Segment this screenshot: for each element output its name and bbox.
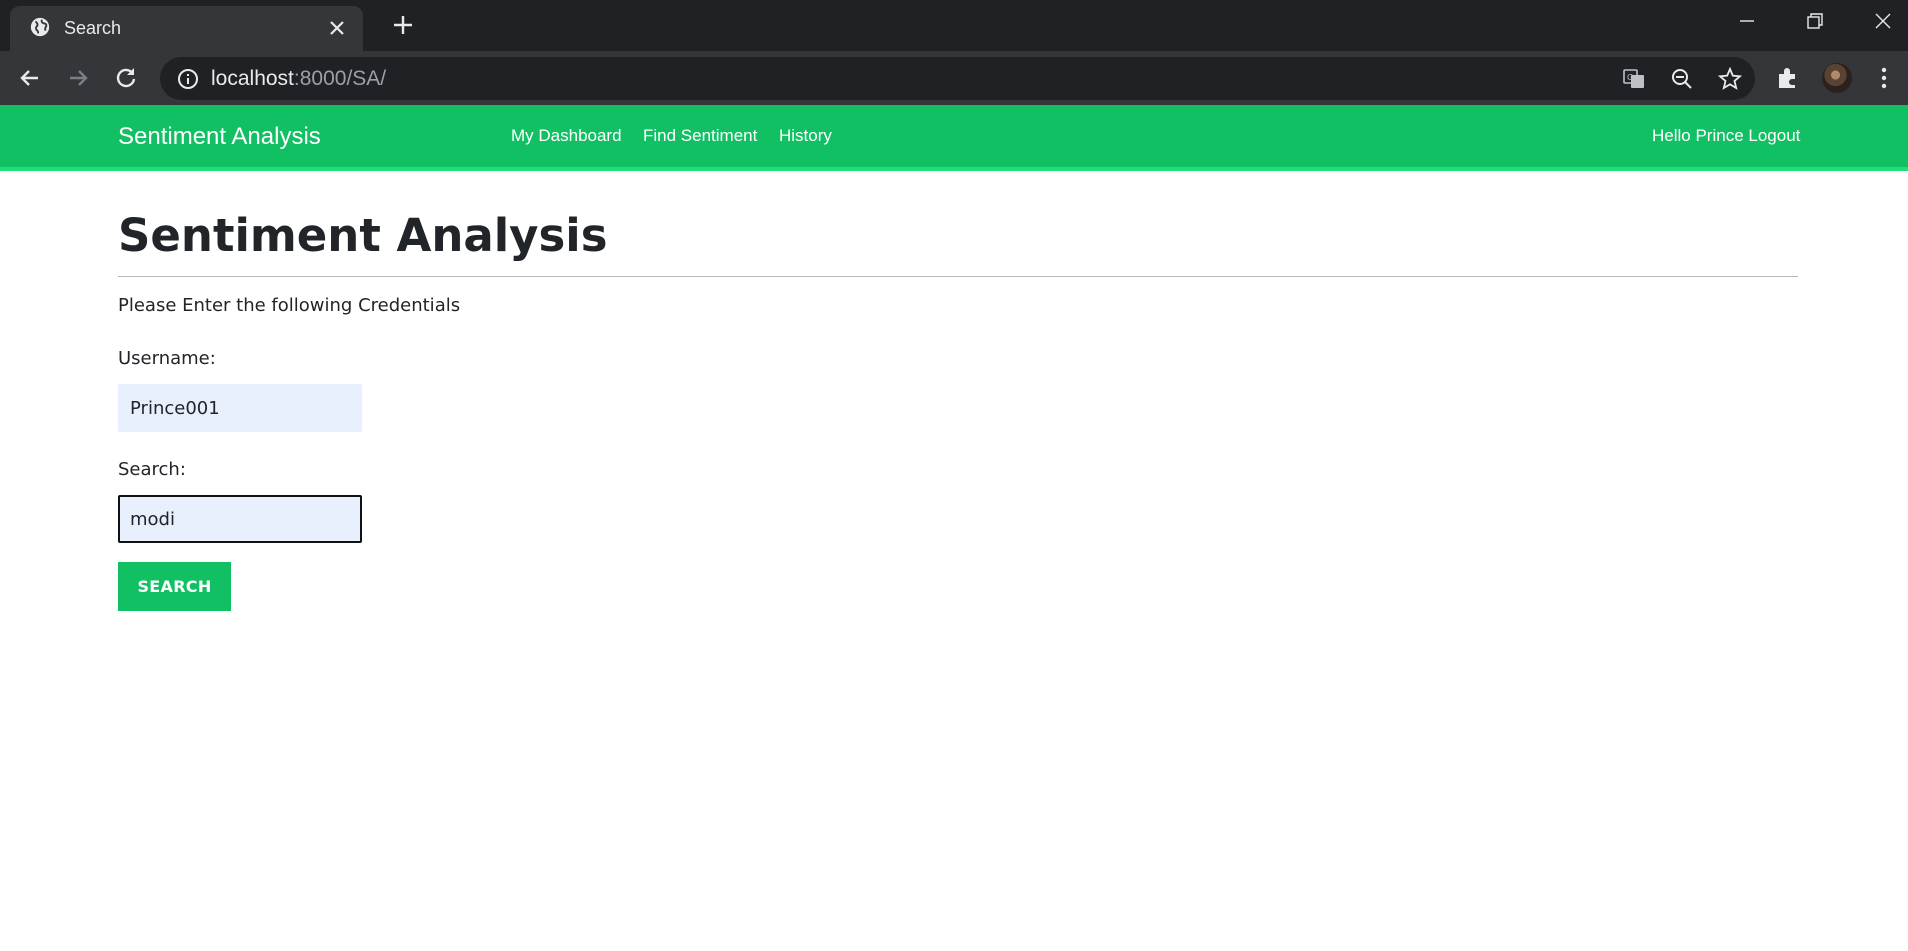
page-title: Sentiment Analysis <box>118 209 608 262</box>
url-host: localhost <box>211 67 294 90</box>
search-button[interactable]: SEARCH <box>118 562 231 611</box>
arrow-right-icon[interactable] <box>64 64 92 92</box>
navbar-brand[interactable]: Sentiment Analysis <box>118 123 321 151</box>
close-icon[interactable] <box>327 18 347 38</box>
browser-tabstrip: Search <box>0 0 1908 51</box>
minimize-icon[interactable] <box>1736 10 1758 32</box>
nav-link-my-dashboard[interactable]: My Dashboard <box>511 126 622 146</box>
globe-icon <box>30 17 50 37</box>
browser-tab[interactable]: Search <box>10 6 363 51</box>
site-navbar: Sentiment Analysis My Dashboard Find Sen… <box>0 105 1908 171</box>
url-path: :8000/SA/ <box>293 67 387 90</box>
browser-toolbar: localhost:8000/SA/ G <box>0 51 1908 105</box>
zoom-out-icon[interactable] <box>1670 67 1694 91</box>
reload-icon[interactable] <box>112 64 140 92</box>
divider <box>118 276 1798 277</box>
kebab-menu-icon[interactable] <box>1871 65 1897 91</box>
search-input[interactable] <box>118 495 362 543</box>
star-icon[interactable] <box>1718 67 1742 91</box>
arrow-left-icon[interactable] <box>16 64 44 92</box>
restore-icon[interactable] <box>1804 10 1826 32</box>
username-input[interactable] <box>118 384 362 432</box>
avatar[interactable] <box>1822 63 1852 93</box>
nav-link-history[interactable]: History <box>779 126 832 146</box>
address-bar[interactable]: localhost:8000/SA/ G <box>160 57 1755 100</box>
svg-text:G: G <box>1627 73 1633 82</box>
plus-icon[interactable] <box>392 14 414 36</box>
window-close-icon[interactable] <box>1872 10 1894 32</box>
puzzle-icon[interactable] <box>1775 65 1801 91</box>
translate-icon[interactable]: G <box>1622 67 1646 91</box>
nav-link-find-sentiment[interactable]: Find Sentiment <box>643 126 757 146</box>
nav-user-logout[interactable]: Hello Prince Logout <box>1652 126 1800 146</box>
search-label: Search: <box>118 459 186 480</box>
username-label: Username: <box>118 348 216 369</box>
tab-title: Search <box>64 18 122 38</box>
info-icon[interactable] <box>177 68 199 90</box>
intro-text: Please Enter the following Credentials <box>118 295 461 316</box>
url-text: localhost:8000/SA/ <box>211 67 386 91</box>
